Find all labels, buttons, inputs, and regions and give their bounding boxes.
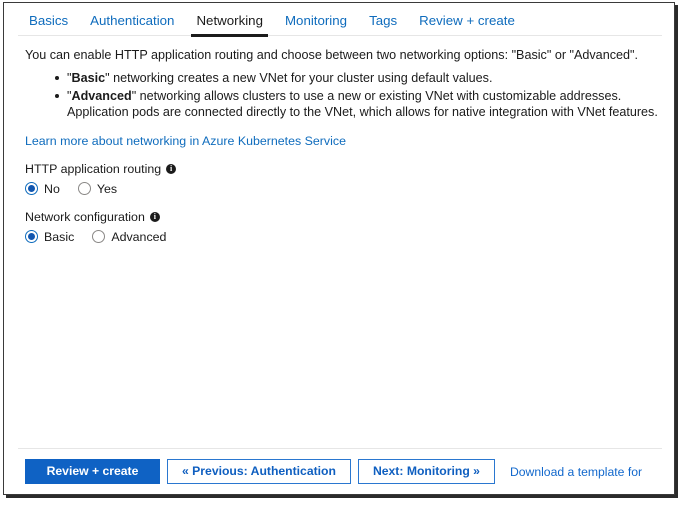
wizard-tab-bar: Basics Authentication Networking Monitor…	[4, 3, 674, 37]
bullet-bold-term: Advanced	[71, 88, 132, 103]
network-configuration-field: Network configuration i Basic Advanced	[25, 210, 658, 244]
tab-review-create[interactable]: Review + create	[408, 3, 526, 36]
bullet-text: " networking creates a new VNet for your…	[105, 71, 493, 85]
http-application-routing-field: HTTP application routing i No Yes	[25, 162, 658, 196]
tab-tags[interactable]: Tags	[358, 3, 408, 36]
previous-button[interactable]: « Previous: Authentication	[167, 459, 351, 484]
radio-mark	[77, 182, 91, 195]
radio-mark	[25, 230, 38, 243]
field-label-text: HTTP application routing	[25, 161, 162, 176]
list-item: "Basic" networking creates a new VNet fo…	[55, 70, 658, 87]
radio-option-no[interactable]: No	[25, 182, 60, 196]
intro-text: You can enable HTTP application routing …	[25, 48, 638, 62]
tab-monitoring[interactable]: Monitoring	[274, 3, 358, 36]
radio-label: No	[44, 181, 60, 196]
wizard-panel: Basics Authentication Networking Monitor…	[3, 2, 675, 495]
radio-option-yes[interactable]: Yes	[77, 181, 118, 196]
tab-authentication[interactable]: Authentication	[79, 3, 185, 36]
tab-networking[interactable]: Networking	[185, 3, 274, 37]
radio-label: Yes	[96, 181, 118, 196]
http-application-routing-label: HTTP application routing i	[25, 162, 658, 177]
http-application-routing-radio-group: No Yes	[25, 182, 658, 196]
info-icon[interactable]: i	[166, 164, 177, 174]
info-icon[interactable]: i	[149, 212, 160, 222]
learn-more-link[interactable]: Learn more about networking in Azure Kub…	[25, 134, 346, 148]
radio-label: Basic	[44, 229, 75, 244]
radio-option-basic[interactable]: Basic	[25, 230, 74, 244]
radio-mark	[92, 230, 106, 243]
radio-option-advanced[interactable]: Advanced	[92, 230, 166, 244]
network-configuration-label: Network configuration i	[25, 210, 658, 225]
radio-mark	[25, 182, 38, 195]
field-label-text: Network configuration	[25, 209, 145, 224]
bullet-bold-term: Basic	[71, 71, 106, 85]
networking-options-list: "Basic" networking creates a new VNet fo…	[25, 70, 658, 121]
networking-form: You can enable HTTP application routing …	[4, 36, 674, 448]
wizard-footer: Review + create « Previous: Authenticati…	[18, 448, 662, 494]
next-button[interactable]: Next: Monitoring »	[357, 459, 495, 484]
radio-label: Advanced	[111, 229, 167, 244]
network-configuration-radio-group: Basic Advanced	[25, 230, 658, 244]
review-create-button[interactable]: Review + create	[25, 459, 160, 484]
bullet-text: " networking allows clusters to use a ne…	[67, 88, 658, 120]
list-item: "Advanced" networking allows clusters to…	[55, 88, 658, 121]
download-template-link[interactable]: Download a template for	[510, 465, 642, 479]
tab-basics[interactable]: Basics	[18, 3, 79, 36]
